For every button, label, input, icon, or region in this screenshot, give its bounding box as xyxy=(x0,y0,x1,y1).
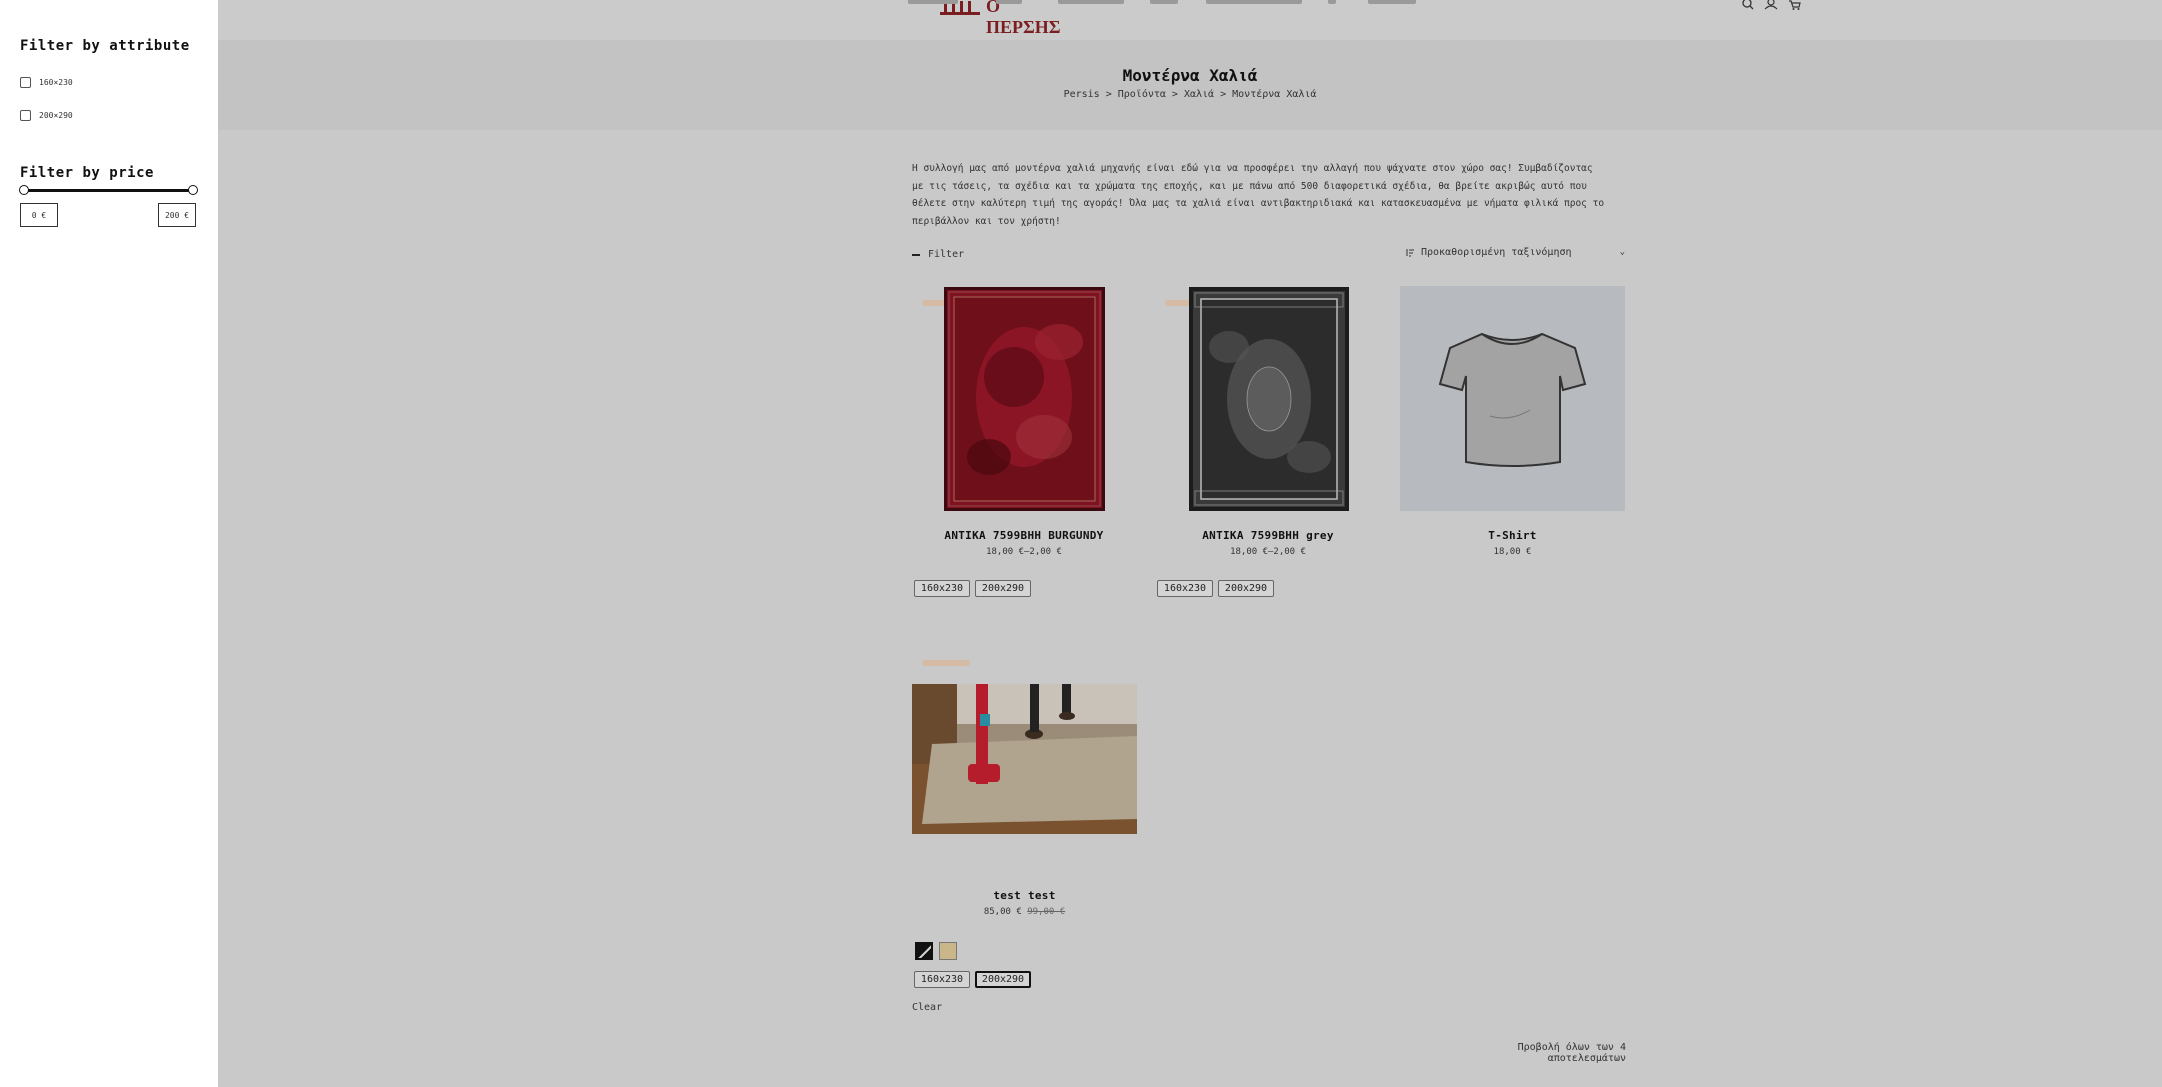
page-hero xyxy=(218,40,2162,130)
size-option[interactable]: 160x230 xyxy=(914,580,970,597)
logo-text: Ο ΠΕΡΣΗΣ xyxy=(986,0,1061,37)
product-title[interactable]: test test xyxy=(912,889,1137,902)
attribute-option[interactable]: 200×290 xyxy=(20,110,73,121)
product-price: 18,00 €–2,00 € xyxy=(986,547,1062,557)
product-title[interactable]: ANTIKA 7599BHH BURGUNDY xyxy=(912,529,1136,542)
attribute-option[interactable]: 160×230 xyxy=(20,77,73,88)
checkbox[interactable] xyxy=(20,77,31,88)
size-option[interactable]: 200x290 xyxy=(1218,580,1274,597)
price-slider-max-handle[interactable] xyxy=(188,185,198,195)
size-option[interactable]: 200x290 xyxy=(975,580,1031,597)
description-line: με τις τάσεις, τα σχέδια και τα χρώματα … xyxy=(912,180,1587,192)
category-description: Η συλλογή μας από μοντέρνα χαλιά μηχανής… xyxy=(912,160,1626,230)
nav-item[interactable] xyxy=(996,0,1022,4)
filter-label: Filter xyxy=(928,249,965,260)
product-title[interactable]: T-Shirt xyxy=(1400,529,1625,542)
description-line: περιβάλλον και τον χρήστη! xyxy=(912,215,1061,227)
old-price: 99,00 € xyxy=(1027,907,1066,917)
product-price: 85,00 € 99,00 € xyxy=(912,907,1137,917)
site-header: Ο ΠΕΡΣΗΣ xyxy=(218,0,2162,40)
attribute-label: 200×290 xyxy=(39,111,73,120)
filter-price-heading: Filter by price xyxy=(20,165,154,181)
nav-item[interactable] xyxy=(1328,0,1336,4)
sort-select[interactable]: Προκαθορισμένη ταξινόμηση ⌄ xyxy=(1405,247,1625,258)
chevron-down-icon: ⌄ xyxy=(1619,247,1625,257)
breadcrumb[interactable]: Persis > Προϊόντα > Χαλιά > Μοντέρνα Χαλ… xyxy=(218,89,2162,100)
size-option-selected[interactable]: 200x290 xyxy=(975,971,1031,988)
minus-icon xyxy=(912,253,920,256)
price-min-input[interactable]: 0 € xyxy=(20,203,58,227)
size-option[interactable]: 160x230 xyxy=(914,971,970,988)
sort-icon xyxy=(1406,249,1414,257)
price-max-input[interactable]: 200 € xyxy=(158,203,196,227)
nav-item[interactable] xyxy=(1058,0,1124,4)
filter-attribute-heading: Filter by attribute xyxy=(20,38,190,54)
color-swatch-beige[interactable] xyxy=(939,942,957,960)
product-image-tshirt[interactable] xyxy=(1400,286,1625,511)
attribute-label: 160×230 xyxy=(39,78,73,87)
color-swatch-black[interactable] xyxy=(915,942,933,960)
cart-icon[interactable] xyxy=(1788,0,1802,10)
product-badge xyxy=(922,660,970,666)
product-image-burgundy-rug[interactable] xyxy=(944,287,1105,511)
nav-item[interactable] xyxy=(1206,0,1302,4)
description-line: Η συλλογή μας από μοντέρνα χαλιά μηχανής… xyxy=(912,163,1593,174)
product-price: 18,00 € xyxy=(1493,547,1532,557)
product-title[interactable]: ANTIKA 7599BHH grey xyxy=(1156,529,1380,542)
checkbox[interactable] xyxy=(20,110,31,121)
product-price: 18,00 €–2,00 € xyxy=(1230,547,1306,557)
nav-item[interactable] xyxy=(1150,0,1178,4)
description-line: θέλετε στην καλύτερη τιμή της αγοράς! Όλ… xyxy=(912,198,1605,209)
size-option[interactable]: 160x230 xyxy=(1157,580,1213,597)
sale-price: 85,00 € xyxy=(983,907,1022,917)
sort-label: Προκαθορισμένη ταξινόμηση xyxy=(1421,247,1572,258)
nav-item[interactable] xyxy=(908,0,958,4)
nav-item[interactable] xyxy=(1368,0,1416,4)
price-slider-min-handle[interactable] xyxy=(19,185,29,195)
page-title: Μοντέρνα Χαλιά xyxy=(1122,66,1258,85)
filter-toggle-button[interactable]: Filter xyxy=(912,249,964,260)
clear-selection-link[interactable]: Clear xyxy=(912,1002,942,1013)
results-count: Προβολή όλων των 4 αποτελεσμάτων xyxy=(1517,1042,1626,1064)
user-icon[interactable] xyxy=(1764,0,1778,10)
filter-sidebar: Filter by attribute 160×230 200×290 Filt… xyxy=(0,0,218,1087)
price-slider-track[interactable] xyxy=(24,189,192,192)
product-image-vacuum-rug[interactable] xyxy=(912,684,1137,834)
product-image-grey-rug[interactable] xyxy=(1189,287,1349,511)
search-icon[interactable] xyxy=(1741,0,1755,10)
